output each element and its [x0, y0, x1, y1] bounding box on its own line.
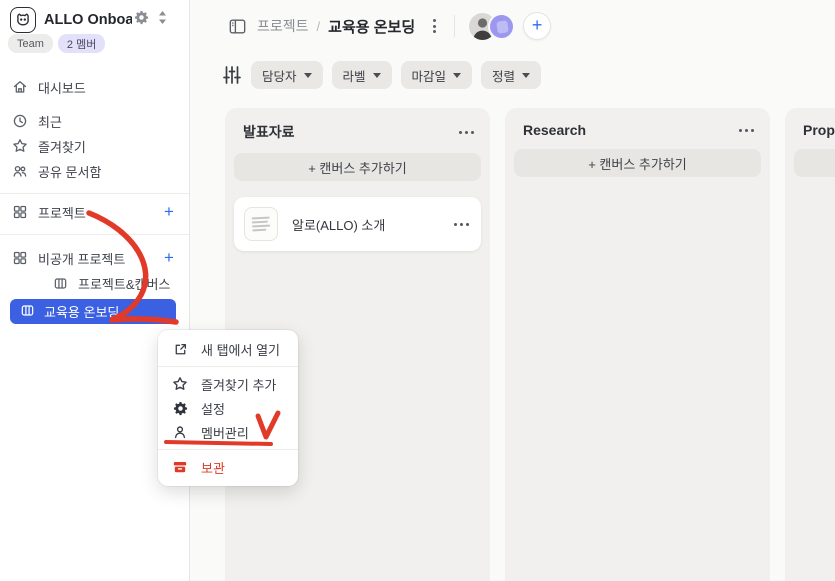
chevron-down-icon: [304, 73, 312, 78]
sidebar-item-label: 대시보드: [38, 78, 86, 97]
star-icon: [172, 376, 188, 392]
board-column-research: Research + 캔버스 추가하기: [505, 108, 770, 581]
filter-sort[interactable]: 정렬: [481, 61, 541, 89]
filter-icon[interactable]: [222, 64, 242, 86]
workspace-name: ALLO Onboardi...: [44, 12, 132, 28]
workspace-switcher-icon[interactable]: [157, 10, 168, 30]
clock-icon: [12, 113, 28, 129]
invite-member-button[interactable]: +: [523, 12, 551, 40]
project-context-menu: 새 탭에서 열기 즐겨찾기 추가 설정 멤버관리: [158, 330, 298, 486]
topbar-divider: [454, 15, 455, 37]
workspace-logo-icon: [10, 7, 36, 33]
breadcrumb-current: 교육용 온보딩: [328, 16, 415, 37]
menu-item-open-new-tab[interactable]: 새 탭에서 열기: [158, 337, 298, 361]
canvas-icon: [52, 276, 68, 291]
member-avatar-purple[interactable]: [488, 13, 515, 40]
menu-item-settings[interactable]: 설정: [158, 396, 298, 420]
sidebar-item-recent[interactable]: 최근: [12, 110, 62, 132]
grid-icon: [12, 204, 28, 220]
menu-divider: [158, 366, 298, 367]
users-icon: [12, 163, 28, 179]
chevron-down-icon: [373, 73, 381, 78]
card-menu-icon[interactable]: [454, 219, 469, 230]
sidebar-item-label: 공유 문서함: [38, 162, 101, 181]
star-icon: [12, 138, 28, 154]
menu-item-add-favorite[interactable]: 즐겨찾기 추가: [158, 372, 298, 396]
column-title: 발표자료: [243, 122, 295, 142]
sidebar-divider: [0, 234, 189, 235]
filter-label[interactable]: 라벨: [332, 61, 392, 89]
add-canvas-button[interactable]: + 캔버스 추가하기: [514, 149, 761, 177]
menu-divider: [158, 449, 298, 450]
archive-icon: [172, 459, 188, 475]
workspace-header[interactable]: ALLO Onboardi...: [10, 7, 168, 33]
home-icon: [12, 79, 28, 95]
chevron-down-icon: [453, 73, 461, 78]
workspace-settings-icon[interactable]: [134, 10, 149, 30]
sidebar-item-dashboard[interactable]: 대시보드: [12, 76, 86, 98]
sidebar-section-label: 프로젝트: [38, 203, 86, 222]
sidebar-item-project-canvas[interactable]: 프로젝트&캔버스: [52, 272, 170, 294]
sidebar-section-label: 비공개 프로젝트: [38, 249, 125, 268]
page-menu-icon[interactable]: [429, 15, 440, 37]
filter-assignee[interactable]: 담당자: [251, 61, 323, 89]
gear-icon: [172, 401, 188, 416]
chevron-down-icon: [522, 73, 530, 78]
filter-bar: 담당자 라벨 마감일 정렬: [222, 61, 541, 89]
add-project-button[interactable]: +: [158, 201, 180, 223]
sidebar-item-shared-docs[interactable]: 공유 문서함: [12, 160, 101, 182]
topbar: 프로젝트 / 교육용 온보딩 +: [190, 0, 835, 52]
sidebar-divider: [0, 193, 189, 194]
sidebar-item-label: 프로젝트&캔버스: [78, 274, 170, 293]
member-count-badge[interactable]: 2 멤버: [58, 34, 105, 53]
canvas-card[interactable]: 알로(ALLO) 소개: [234, 197, 481, 251]
sidebar-item-label: 최근: [38, 112, 62, 131]
sidebar-item-label: 교육용 온보딩: [44, 302, 119, 321]
external-link-icon: [172, 342, 188, 357]
board-column-proposal: Propo: [785, 108, 835, 581]
sidebar-toggle-icon[interactable]: [228, 17, 247, 36]
sidebar-item-label: 즐겨찾기: [38, 137, 86, 156]
sidebar-item-favorites[interactable]: 즐겨찾기: [12, 135, 86, 157]
breadcrumb-parent[interactable]: 프로젝트: [257, 16, 309, 36]
sidebar-section-projects[interactable]: 프로젝트: [12, 201, 86, 223]
canvas-icon: [20, 303, 35, 321]
column-menu-icon[interactable]: [739, 125, 754, 136]
menu-item-member-management[interactable]: 멤버관리: [158, 420, 298, 444]
kanban-board: 발표자료 + 캔버스 추가하기 알로(ALLO) 소개 Research + 캔…: [225, 108, 835, 581]
sidebar-section-private-projects[interactable]: 비공개 프로젝트: [12, 247, 125, 269]
menu-item-archive[interactable]: 보관: [158, 455, 298, 479]
breadcrumb-separator: /: [317, 19, 321, 34]
person-icon: [172, 424, 188, 440]
grid-icon: [12, 250, 28, 266]
add-private-project-button[interactable]: +: [158, 247, 180, 269]
column-menu-icon[interactable]: [459, 127, 474, 138]
workspace-badges: Team 2 멤버: [8, 34, 105, 53]
add-canvas-button[interactable]: [794, 149, 835, 177]
column-title: Propo: [803, 122, 835, 138]
main-area: 프로젝트 / 교육용 온보딩 + 담당자: [190, 0, 835, 581]
add-canvas-button[interactable]: + 캔버스 추가하기: [234, 153, 481, 181]
filter-due-date[interactable]: 마감일: [401, 61, 473, 89]
canvas-thumbnail: [244, 207, 278, 241]
sidebar-item-onboarding-selected[interactable]: 교육용 온보딩: [10, 299, 176, 324]
sidebar: ALLO Onboardi... Team 2 멤버 대시보드 최: [0, 0, 190, 581]
team-badge: Team: [8, 34, 53, 53]
column-title: Research: [523, 122, 586, 138]
canvas-title: 알로(ALLO) 소개: [292, 215, 440, 234]
